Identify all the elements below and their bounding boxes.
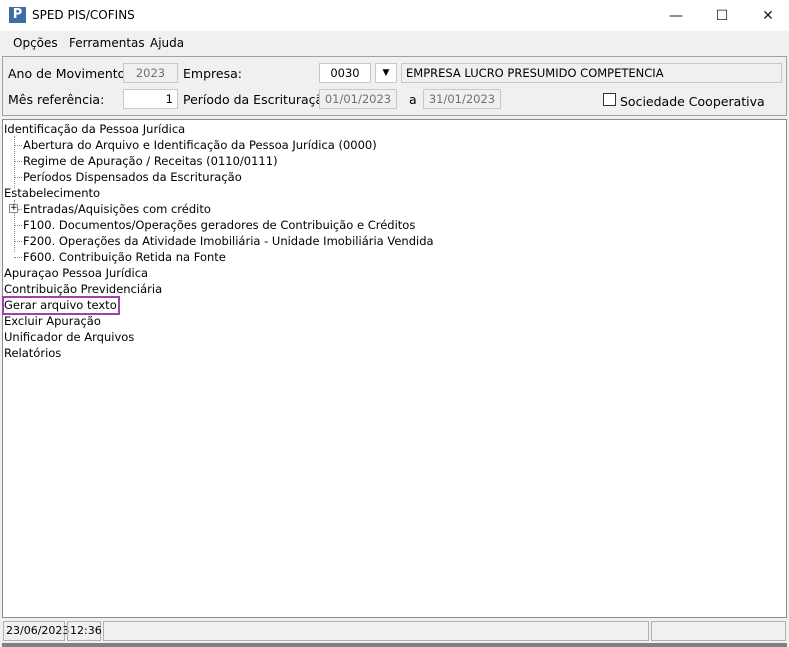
menu-ajuda[interactable]: Ajuda (150, 36, 184, 50)
window-title: SPED PIS/COFINS (32, 8, 135, 22)
tree-node-gerar-arquivo[interactable]: Gerar arquivo texto (2, 296, 120, 315)
tree-node-periodos-dispensados[interactable]: Períodos Dispensados da Escrituração (23, 170, 242, 185)
ano-label: Ano de Movimento: (8, 66, 130, 81)
tree-node-unificador[interactable]: Unificador de Arquivos (4, 330, 134, 345)
tree-node-regime[interactable]: Regime de Apuração / Receitas (0110/0111… (23, 154, 278, 169)
tree-node-identificacao[interactable]: Identificação da Pessoa Jurídica (4, 122, 185, 137)
tree-node-abertura[interactable]: Abertura do Arquivo e Identificação da P… (23, 138, 377, 153)
tree-node-f200[interactable]: F200. Operações da Atividade Imobiliária… (23, 234, 434, 249)
ano-field: 2023 (123, 63, 178, 83)
navigation-tree: + Identificação da Pessoa Jurídica Abert… (2, 119, 787, 618)
mes-input[interactable]: 1 (123, 89, 178, 109)
expand-plus-icon[interactable]: + (9, 204, 18, 213)
chevron-down-icon: ▼ (382, 68, 390, 78)
periodo-fim-field: 31/01/2023 (423, 89, 501, 109)
empresa-code-input[interactable]: 0030 (319, 63, 371, 83)
tree-node-f100[interactable]: F100. Documentos/Operações geradores de … (23, 218, 415, 233)
periodo-label: Período da Escrituração: (183, 92, 336, 107)
tree-node-f600[interactable]: F600. Contribuição Retida na Fonte (23, 250, 226, 265)
menu-ferramentas[interactable]: Ferramentas (69, 36, 145, 50)
tree-node-contribuicao-previdenciaria[interactable]: Contribuição Previdenciária (4, 282, 162, 297)
cooperativa-checkbox[interactable] (603, 93, 616, 106)
tree-node-entradas[interactable]: Entradas/Aquisições com crédito (23, 202, 211, 217)
close-button[interactable]: ✕ (745, 0, 789, 31)
status-time: 12:36 (67, 621, 102, 641)
empresa-name-field: EMPRESA LUCRO PRESUMIDO COMPETENCIA (401, 63, 782, 83)
app-icon: P (9, 7, 26, 23)
tree-node-excluir-apuracao[interactable]: Excluir Apuração (4, 314, 101, 329)
tree-node-apuracao[interactable]: Apuraçao Pessoa Jurídica (4, 266, 148, 281)
title-bar: P SPED PIS/COFINS — ☐ ✕ (0, 0, 789, 31)
status-extra (651, 621, 786, 641)
status-message (103, 621, 649, 641)
tree-node-relatorios[interactable]: Relatórios (4, 346, 61, 361)
empresa-dropdown-button[interactable]: ▼ (375, 63, 397, 83)
tree-node-estabelecimento[interactable]: Estabelecimento (4, 186, 100, 201)
status-date: 23/06/2023 (3, 621, 69, 641)
maximize-button[interactable]: ☐ (699, 0, 745, 31)
mes-label: Mês referência: (8, 92, 105, 107)
periodo-separator: a (409, 92, 417, 107)
empresa-label: Empresa: (183, 66, 242, 81)
minimize-button[interactable]: — (653, 0, 699, 31)
cooperativa-label: Sociedade Cooperativa (620, 94, 765, 109)
periodo-inicio-field: 01/01/2023 (319, 89, 397, 109)
status-bar: 23/06/2023 12:36 (2, 619, 787, 643)
menu-opcoes[interactable]: Opções (13, 36, 58, 50)
bottom-border (2, 643, 787, 647)
